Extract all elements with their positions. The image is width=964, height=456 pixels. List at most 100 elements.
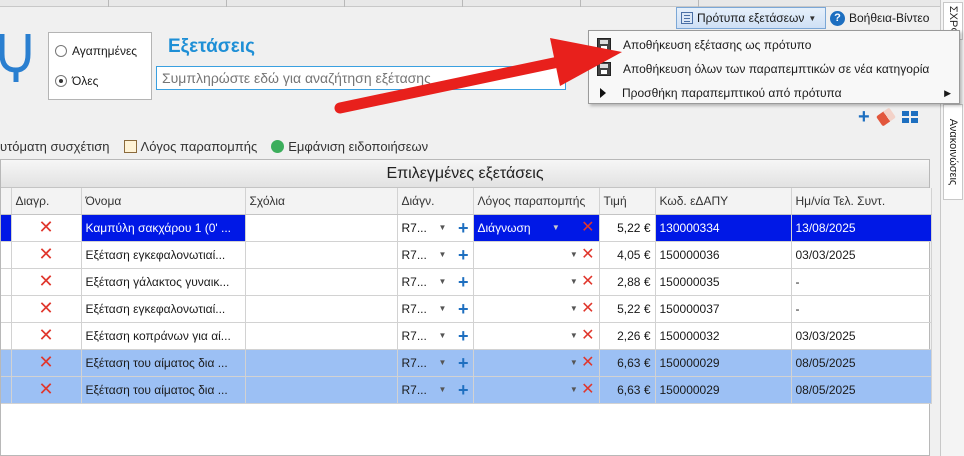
delete-cell[interactable]: ✕: [11, 349, 82, 377]
column-header-last-date[interactable]: Ημ/νία Τελ. Συντ.: [791, 188, 932, 215]
table-row[interactable]: ✕ Εξέταση του αίματος δια ... R7... ▼ + ▼ …: [1, 349, 932, 377]
column-header-comments[interactable]: Σχόλια: [245, 188, 398, 215]
add-diagnosis-icon[interactable]: +: [458, 246, 469, 264]
table-row[interactable]: ✕ Εξέταση εγκεφαλονωτιαί... R7... ▼ + ▼ ✕ …: [1, 241, 932, 269]
name-cell[interactable]: Εξέταση κοπράνων για αί...: [81, 322, 246, 350]
delete-cell[interactable]: ✕: [11, 376, 82, 404]
show-notifications-button[interactable]: Εμφάνιση ειδοποιήσεων: [271, 139, 428, 154]
diagnosis-cell[interactable]: R7... ▼ +: [397, 241, 474, 269]
layout-grid-icon[interactable]: [901, 111, 918, 123]
chevron-down-icon[interactable]: ▼: [570, 331, 578, 340]
reason-cell[interactable]: ▼ ✕: [473, 295, 600, 323]
reason-cell[interactable]: ▼ ✕: [473, 241, 600, 269]
delete-icon[interactable]: ✕: [38, 244, 53, 264]
diagnosis-cell[interactable]: R7... ▼ +: [397, 349, 474, 377]
delete-icon[interactable]: ✕: [38, 325, 53, 345]
add-diagnosis-icon[interactable]: +: [458, 300, 469, 318]
column-header-delete[interactable]: Διαγρ.: [11, 188, 82, 215]
clear-reason-icon[interactable]: ✕: [581, 273, 594, 289]
clear-reason-icon[interactable]: ✕: [581, 327, 594, 343]
chevron-down-icon[interactable]: ▼: [438, 331, 446, 340]
delete-icon[interactable]: ✕: [38, 271, 53, 291]
auto-link-button[interactable]: υτόματη συσχέτιση: [0, 139, 110, 154]
filter-favorites-radio[interactable]: Αγαπημένες: [55, 44, 137, 58]
chevron-down-icon[interactable]: ▼: [438, 358, 446, 367]
delete-cell[interactable]: ✕: [11, 241, 82, 269]
name-cell[interactable]: Εξέταση του αίματος δια ...: [81, 376, 246, 404]
delete-icon[interactable]: ✕: [38, 379, 53, 399]
column-header-diagnosis[interactable]: Διάγν.: [397, 188, 474, 215]
comments-cell[interactable]: [245, 241, 398, 269]
referral-reason-button[interactable]: Λόγος παραπομπής: [123, 139, 257, 154]
delete-cell[interactable]: ✕: [11, 268, 82, 296]
chevron-down-icon[interactable]: ▼: [570, 250, 578, 259]
templates-dropdown-button[interactable]: Πρότυπα εξετάσεων ▼: [676, 7, 826, 29]
table-row[interactable]: ✕ Εξέταση κοπράνων για αί... R7... ▼ + ▼ ✕…: [1, 322, 932, 350]
clear-reason-icon[interactable]: ✕: [581, 354, 594, 370]
name-cell[interactable]: Εξέταση εγκεφαλονωτιαί...: [81, 241, 246, 269]
reason-cell[interactable]: ▼ ✕: [473, 349, 600, 377]
reason-cell[interactable]: ▼ ✕: [473, 376, 600, 404]
name-cell[interactable]: Εξέταση εγκεφαλονωτιαί...: [81, 295, 246, 323]
delete-icon[interactable]: ✕: [38, 217, 53, 237]
clear-reason-icon[interactable]: ✕: [581, 246, 594, 262]
add-diagnosis-icon[interactable]: +: [458, 273, 469, 291]
add-diagnosis-icon[interactable]: +: [458, 354, 469, 372]
name-cell[interactable]: Εξέταση του αίματος δια ...: [81, 349, 246, 377]
chevron-down-icon[interactable]: ▼: [570, 358, 578, 367]
column-header-code[interactable]: Κωδ. εΔΑΠΥ: [655, 188, 792, 215]
diagnosis-cell[interactable]: R7... ▼ +: [397, 214, 474, 242]
add-icon[interactable]: +: [858, 107, 870, 127]
table-row[interactable]: ✕ Εξέταση εγκεφαλονωτιαί... R7... ▼ + ▼ ✕ …: [1, 295, 932, 323]
menu-item-save-all-referrals[interactable]: Αποθήκευση όλων των παραπεμπτικών σε νέα…: [589, 57, 959, 81]
comments-cell[interactable]: [245, 295, 398, 323]
side-tab-announcements[interactable]: Ανακοινώσεις: [943, 104, 963, 200]
exam-search-input[interactable]: [156, 66, 566, 90]
comments-cell[interactable]: [245, 214, 398, 242]
column-header-name[interactable]: Όνομα: [81, 188, 246, 215]
reason-cell[interactable]: ▼ ✕: [473, 268, 600, 296]
chevron-down-icon[interactable]: ▼: [570, 385, 578, 394]
clear-reason-icon[interactable]: ✕: [581, 381, 594, 397]
column-header-reason[interactable]: Λόγος παραπομπής: [473, 188, 600, 215]
reason-cell[interactable]: Διάγνωση ▼ ✕: [473, 214, 600, 242]
diagnosis-cell[interactable]: R7... ▼ +: [397, 376, 474, 404]
clear-reason-icon[interactable]: ✕: [581, 300, 594, 316]
diagnosis-cell[interactable]: R7... ▼ +: [397, 268, 474, 296]
delete-icon[interactable]: ✕: [38, 352, 53, 372]
delete-cell[interactable]: ✕: [11, 295, 82, 323]
delete-icon[interactable]: ✕: [38, 298, 53, 318]
comments-cell[interactable]: [245, 322, 398, 350]
chevron-down-icon[interactable]: ▼: [438, 250, 446, 259]
diagnosis-cell[interactable]: R7... ▼ +: [397, 322, 474, 350]
diagnosis-cell[interactable]: R7... ▼ +: [397, 295, 474, 323]
comments-cell[interactable]: [245, 349, 398, 377]
chevron-down-icon[interactable]: ▼: [438, 277, 446, 286]
filter-all-radio[interactable]: Όλες: [55, 74, 98, 88]
table-row[interactable]: ✕ Εξέταση του αίματος δια ... R7... ▼ + ▼ …: [1, 376, 932, 404]
name-cell[interactable]: Καμπύλη σακχάρου 1 (0' ...: [81, 214, 246, 242]
table-row[interactable]: ✕ Καμπύλη σακχάρου 1 (0' ... R7... ▼ + Διά…: [1, 214, 932, 242]
chevron-down-icon[interactable]: ▼: [570, 304, 578, 313]
comments-cell[interactable]: [245, 376, 398, 404]
chevron-down-icon[interactable]: ▼: [570, 277, 578, 286]
comments-cell[interactable]: [245, 268, 398, 296]
chevron-down-icon[interactable]: ▼: [438, 223, 446, 232]
menu-item-save-exam-as-template[interactable]: Αποθήκευση εξέτασης ως πρότυπο: [589, 33, 959, 57]
delete-cell[interactable]: ✕: [11, 214, 82, 242]
add-diagnosis-icon[interactable]: +: [458, 327, 469, 345]
menu-item-add-from-templates[interactable]: Προσθήκη παραπεμπτικού από πρότυπα ▶: [589, 81, 959, 105]
eraser-icon[interactable]: [875, 107, 896, 127]
name-cell[interactable]: Εξέταση γάλακτος γυναικ...: [81, 268, 246, 296]
column-header-price[interactable]: Τιμή: [599, 188, 656, 215]
chevron-down-icon[interactable]: ▼: [438, 304, 446, 313]
add-diagnosis-icon[interactable]: +: [458, 381, 469, 399]
reason-cell[interactable]: ▼ ✕: [473, 322, 600, 350]
chevron-down-icon[interactable]: ▼: [552, 223, 560, 232]
chevron-down-icon[interactable]: ▼: [438, 385, 446, 394]
add-diagnosis-icon[interactable]: +: [458, 219, 469, 237]
clear-reason-icon[interactable]: ✕: [581, 219, 594, 235]
table-row[interactable]: ✕ Εξέταση γάλακτος γυναικ... R7... ▼ + ▼ ✕…: [1, 268, 932, 296]
delete-cell[interactable]: ✕: [11, 322, 82, 350]
help-video-button[interactable]: ? Βοήθεια-Βίντεο: [830, 7, 938, 29]
